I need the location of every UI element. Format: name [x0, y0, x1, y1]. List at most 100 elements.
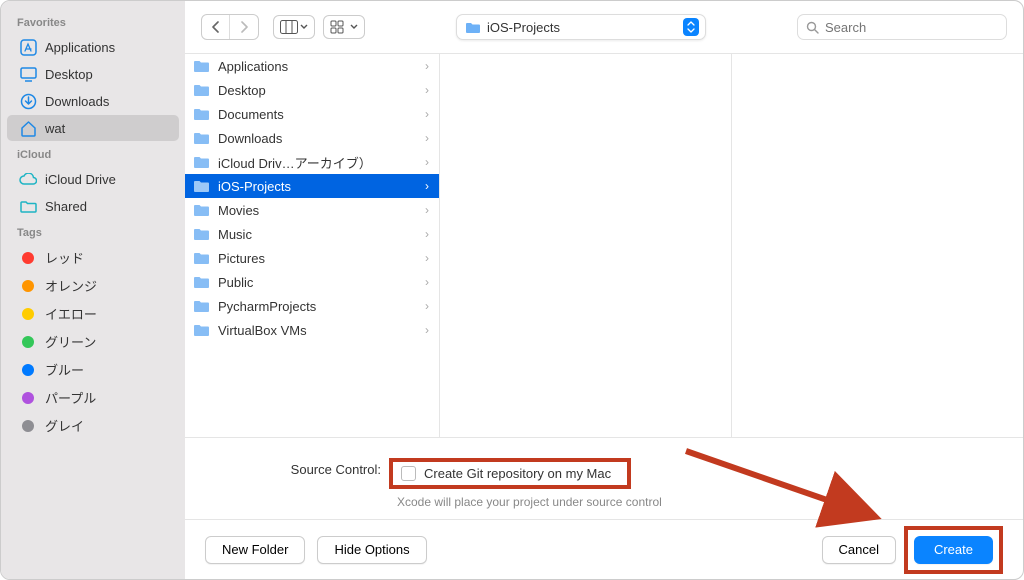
new-folder-button[interactable]: New Folder: [205, 536, 305, 564]
chevron-right-icon: ›: [425, 59, 429, 73]
hide-options-button[interactable]: Hide Options: [317, 536, 426, 564]
toolbar: iOS-Projects: [185, 1, 1023, 53]
list-item[interactable]: PycharmProjects›: [185, 294, 439, 318]
list-item[interactable]: Desktop›: [185, 78, 439, 102]
list-item[interactable]: VirtualBox VMs›: [185, 318, 439, 342]
folder-icon: [193, 59, 210, 73]
sidebar-item-label: Applications: [45, 40, 115, 55]
sidebar-item-label: レッド: [45, 248, 84, 267]
chevron-right-icon: ›: [425, 323, 429, 337]
column-browser: Applications›Desktop›Documents›Downloads…: [185, 53, 1023, 437]
tag-dot-icon: [19, 249, 37, 267]
sidebar-item-label: イエロー: [45, 304, 97, 323]
list-item[interactable]: Pictures›: [185, 246, 439, 270]
view-switcher: [273, 15, 365, 39]
item-label: VirtualBox VMs: [218, 323, 425, 338]
cancel-button[interactable]: Cancel: [822, 536, 896, 564]
tag-dot-icon: [19, 333, 37, 351]
list-item[interactable]: Downloads›: [185, 126, 439, 150]
chevron-right-icon: ›: [425, 83, 429, 97]
sidebar-section-header: Tags: [1, 223, 185, 243]
item-label: iOS-Projects: [218, 179, 425, 194]
sidebar-item-downloads[interactable]: Downloads: [7, 88, 179, 114]
sidebar-item-グレイ[interactable]: グレイ: [7, 412, 179, 439]
sidebar-item-applications[interactable]: Applications: [7, 34, 179, 60]
source-control-label: Source Control:: [201, 458, 381, 477]
list-item[interactable]: Public›: [185, 270, 439, 294]
sidebar-item-パープル[interactable]: パープル: [7, 384, 179, 411]
annotation-box-create: Create: [904, 526, 1003, 574]
item-label: iCloud Driv…アーカイブ）: [218, 153, 425, 172]
item-label: Documents: [218, 107, 425, 122]
search-field[interactable]: [797, 14, 1007, 40]
options-panel: Source Control: Create Git repository on…: [185, 437, 1023, 519]
column-1[interactable]: Applications›Desktop›Documents›Downloads…: [185, 54, 440, 437]
sidebar-item-label: Shared: [45, 199, 87, 214]
sidebar-item-wat[interactable]: wat: [7, 115, 179, 141]
folder-icon: [193, 179, 210, 193]
git-checkbox-label: Create Git repository on my Mac: [424, 466, 611, 481]
folder-icon: [193, 107, 210, 121]
sidebar-item-label: wat: [45, 121, 65, 136]
sidebar-item-label: グリーン: [45, 332, 96, 351]
sidebar-item-オレンジ[interactable]: オレンジ: [7, 272, 179, 299]
sidebar: FavoritesApplicationsDesktopDownloadswat…: [1, 1, 185, 579]
forward-button[interactable]: [230, 15, 258, 39]
sidebar-item-label: ブルー: [45, 360, 84, 379]
downloads-icon: [19, 92, 37, 110]
list-item[interactable]: Music›: [185, 222, 439, 246]
location-popup[interactable]: iOS-Projects: [456, 14, 706, 40]
folder-icon: [193, 323, 210, 337]
folder-icon: [193, 203, 210, 217]
sidebar-item-label: グレイ: [45, 416, 84, 435]
folder-icon: [193, 251, 210, 265]
item-label: Pictures: [218, 251, 425, 266]
sidebar-item-レッド[interactable]: レッド: [7, 244, 179, 271]
chevron-right-icon: ›: [425, 299, 429, 313]
sidebar-item-desktop[interactable]: Desktop: [7, 61, 179, 87]
sidebar-item-label: iCloud Drive: [45, 172, 116, 187]
sidebar-item-ブルー[interactable]: ブルー: [7, 356, 179, 383]
search-input[interactable]: [825, 20, 998, 35]
save-dialog: FavoritesApplicationsDesktopDownloadswat…: [0, 0, 1024, 580]
item-label: Public: [218, 275, 425, 290]
sidebar-item-label: Desktop: [45, 67, 93, 82]
sidebar-item-icloud-drive[interactable]: iCloud Drive: [7, 166, 179, 192]
list-item[interactable]: Documents›: [185, 102, 439, 126]
chevron-right-icon: ›: [425, 131, 429, 145]
column-3[interactable]: [732, 54, 1023, 437]
item-label: PycharmProjects: [218, 299, 425, 314]
main-area: iOS-Projects Applications›Desktop›Docume…: [185, 1, 1023, 579]
tag-dot-icon: [19, 277, 37, 295]
back-button[interactable]: [202, 15, 230, 39]
folder-icon: [193, 131, 210, 145]
chevron-right-icon: ›: [425, 275, 429, 289]
git-checkbox[interactable]: [401, 466, 416, 481]
folder-icon: [193, 275, 210, 289]
shared-icon: [19, 197, 37, 215]
source-control-hint: Xcode will place your project under sour…: [397, 495, 1007, 509]
create-button[interactable]: Create: [914, 536, 993, 564]
sidebar-item-label: パープル: [45, 388, 96, 407]
location-label: iOS-Projects: [487, 20, 560, 35]
tag-dot-icon: [19, 305, 37, 323]
view-group-button[interactable]: [323, 15, 365, 39]
column-2[interactable]: [440, 54, 732, 437]
item-label: Applications: [218, 59, 425, 74]
list-item[interactable]: Movies›: [185, 198, 439, 222]
list-item[interactable]: Applications›: [185, 54, 439, 78]
folder-icon: [465, 21, 481, 34]
list-item[interactable]: iCloud Driv…アーカイブ）›: [185, 150, 439, 174]
chevron-right-icon: ›: [425, 251, 429, 265]
chevron-right-icon: ›: [425, 107, 429, 121]
app-icon: [19, 38, 37, 56]
sidebar-item-イエロー[interactable]: イエロー: [7, 300, 179, 327]
sidebar-item-label: Downloads: [45, 94, 109, 109]
sidebar-item-グリーン[interactable]: グリーン: [7, 328, 179, 355]
chevron-right-icon: ›: [425, 203, 429, 217]
view-columns-button[interactable]: [273, 15, 315, 39]
list-item[interactable]: iOS-Projects›: [185, 174, 439, 198]
item-label: Music: [218, 227, 425, 242]
sidebar-item-shared[interactable]: Shared: [7, 193, 179, 219]
item-label: Movies: [218, 203, 425, 218]
